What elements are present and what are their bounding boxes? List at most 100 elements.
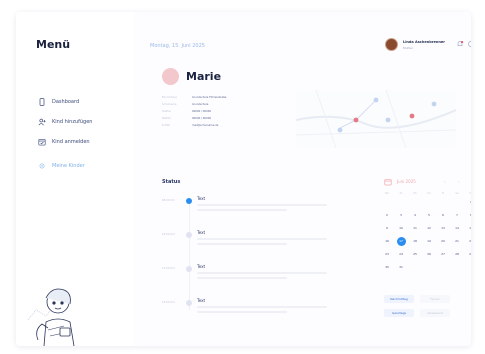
calendar-day[interactable]: 24	[394, 251, 408, 258]
user-avatar[interactable]	[385, 38, 398, 51]
child-name: Marie	[186, 70, 222, 83]
location-map[interactable]	[296, 90, 456, 148]
timeline-time: 10:00 Uhr	[162, 233, 175, 236]
timeline-item-description	[197, 277, 287, 279]
calendar-day[interactable]: 4	[408, 212, 422, 219]
calendar-day[interactable]: 19	[422, 238, 436, 245]
timeline-item-title[interactable]: Text	[197, 196, 205, 201]
timeline-item-description	[197, 306, 327, 308]
timeline-item-description	[197, 311, 287, 313]
legend-ferien[interactable]: Ferien	[420, 295, 450, 303]
user-role: Mutter	[403, 46, 413, 50]
calendar-day[interactable]: 18	[408, 238, 422, 245]
timeline-item-description	[197, 243, 287, 245]
calendar-weekday: Do	[427, 192, 431, 195]
calendar-check-icon	[38, 139, 46, 146]
calendar-day[interactable]: 10	[394, 225, 408, 232]
calendar-day[interactable]: 6	[436, 212, 450, 219]
calendar-day[interactable]: 12	[422, 225, 436, 232]
timeline-title: Status	[162, 179, 181, 185]
field-label: E-Mail	[162, 124, 170, 127]
sidebar-item-add-child[interactable]: Kind hinzufügen	[38, 118, 92, 126]
sidebar-item-my-children[interactable]: Meine Kinder	[38, 162, 85, 170]
prev-month-button[interactable]: ‹	[444, 179, 446, 184]
calendar-day[interactable]: 21	[450, 238, 464, 245]
calendar-day[interactable]: 22	[464, 238, 471, 245]
calendar-day[interactable]: 25	[408, 251, 422, 258]
calendar-day[interactable]: 23	[380, 251, 394, 258]
calendar-day[interactable]: 26	[422, 251, 436, 258]
calendar-weekday: Di	[399, 192, 403, 195]
timeline-dot	[186, 300, 192, 306]
child-illustration	[27, 288, 75, 346]
calendar-day[interactable]: 3	[394, 212, 408, 219]
calendar-day[interactable]: 20	[436, 238, 450, 245]
calendar-day[interactable]: 8	[464, 212, 471, 219]
phone-icon	[39, 98, 45, 106]
legend-nachmittag[interactable]: Nachmittag	[384, 295, 414, 303]
calendar-weekday: Mo	[385, 192, 389, 195]
calendar-day[interactable]: 28	[450, 251, 464, 258]
timeline-time: 08:00 Uhr	[162, 199, 175, 202]
calendar-day[interactable]: 27	[436, 251, 450, 258]
calendar-month: Juni 2025	[397, 179, 416, 184]
logout-icon[interactable]	[468, 40, 471, 48]
timeline-item-title[interactable]: Text	[197, 298, 205, 303]
sidebar-item-label: Kind anmelden	[52, 139, 90, 145]
sidebar-item-label: Meine Kinder	[52, 163, 85, 169]
calendar-weekday: Sa	[455, 192, 459, 195]
app-window: Menü Dashboard Kind hinzufügen Kind anme…	[16, 12, 471, 346]
legend-ganztags[interactable]: Ganztags	[384, 309, 414, 317]
calendar-day[interactable]: 2	[380, 212, 394, 219]
timeline-dot-active	[186, 198, 192, 204]
calendar-day[interactable]: 16	[380, 238, 394, 245]
timeline-time: 12:00 Uhr	[162, 267, 175, 270]
field-value: 00000 / 00000	[192, 110, 212, 113]
timeline-item-title[interactable]: Text	[197, 230, 205, 235]
timeline-item-description	[197, 272, 327, 274]
sidebar-item-label: Dashboard	[52, 99, 80, 105]
calendar-day[interactable]: 29	[464, 251, 471, 258]
field-label: Notfall	[162, 117, 171, 120]
calendar-weekday: So	[469, 192, 471, 195]
notification-icon[interactable]	[456, 40, 464, 48]
sidebar-item-register-child[interactable]: Kind anmelden	[38, 138, 90, 146]
timeline-item-description	[197, 209, 287, 211]
field-value: 00000 / 00000	[192, 117, 212, 120]
field-label: Telefon	[162, 110, 172, 113]
user-name[interactable]: Linda Aschenbrenner	[403, 40, 445, 44]
legend-abwesend[interactable]: Abwesend	[420, 309, 450, 317]
calendar-icon	[384, 179, 392, 186]
calendar-day[interactable]: 13	[436, 225, 450, 232]
field-value: Grundschule	[192, 103, 209, 106]
calendar-day[interactable]: 14	[450, 225, 464, 232]
field-label: Schulname	[162, 103, 177, 106]
timeline-dot	[186, 232, 192, 238]
calendar-day[interactable]: 5	[422, 212, 436, 219]
menu-title: Menü	[36, 38, 71, 51]
sidebar-item-label: Kind hinzufügen	[52, 119, 93, 125]
timeline-line	[188, 204, 190, 310]
sidebar-item-dashboard[interactable]: Dashboard	[38, 98, 79, 106]
calendar-day[interactable]: 9	[380, 225, 394, 232]
calendar-weekday: Mi	[413, 192, 417, 195]
calendar-day[interactable]: 31	[394, 264, 408, 271]
add-user-icon	[38, 118, 46, 126]
calendar-day[interactable]: 11	[408, 225, 422, 232]
calendar-day[interactable]: 7	[450, 212, 464, 219]
calendar-weekday: Fr	[441, 192, 445, 195]
timeline-item-description	[197, 238, 327, 240]
calendar-day-selected[interactable]: 17	[394, 238, 408, 245]
timeline-item-description	[197, 204, 327, 206]
sidebar: Menü Dashboard Kind hinzufügen Kind anme…	[16, 12, 134, 346]
calendar-day[interactable]: 30	[380, 264, 394, 271]
settings-icon	[39, 163, 45, 169]
field-value: mail@schulname.de	[192, 124, 219, 127]
timeline-item-title[interactable]: Text	[197, 264, 205, 269]
next-month-button[interactable]: ›	[458, 179, 460, 184]
timeline-time: 14:00 Uhr	[162, 301, 175, 304]
calendar-day[interactable]: 15	[464, 225, 471, 232]
calendar-day[interactable]: 1	[464, 199, 471, 206]
timeline-dot	[186, 266, 192, 272]
current-date: Montag, 15. Juni 2025	[150, 43, 205, 49]
